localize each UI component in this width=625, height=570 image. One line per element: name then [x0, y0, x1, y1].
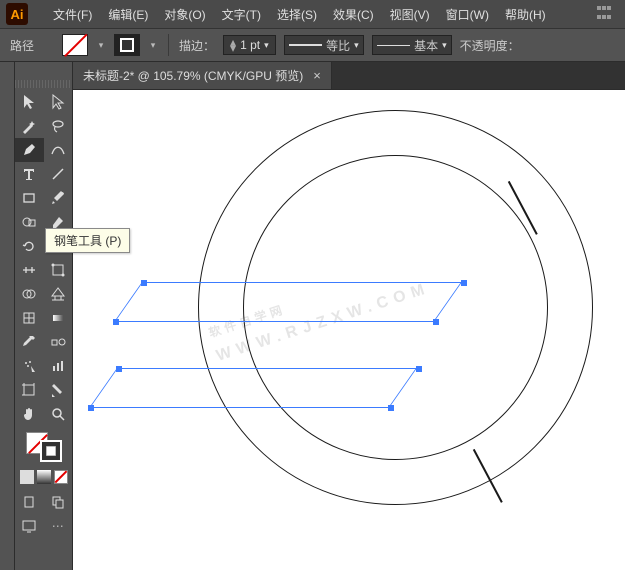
document-tab-bar: 未标题-2* @ 105.79% (CMYK/GPU 预览) ×: [73, 62, 625, 90]
shape-builder-tool[interactable]: [15, 282, 44, 306]
lasso-tool[interactable]: [44, 114, 73, 138]
anchor-point[interactable]: [461, 280, 467, 286]
close-tab-icon[interactable]: ×: [313, 68, 321, 83]
document-tab-title: 未标题-2* @ 105.79% (CMYK/GPU 预览): [83, 67, 303, 84]
control-bar: 路径 ▾ ▾ 描边： ▴▾ 1 pt ▾ 等比 ▾ 基本 ▾ 不透明度：: [0, 28, 625, 62]
column-graph-tool[interactable]: [44, 354, 73, 378]
brush-definition[interactable]: 基本 ▾: [372, 35, 452, 55]
app-icon: Ai: [6, 3, 28, 25]
fill-swatch[interactable]: [62, 34, 88, 56]
toolbar: ⋯: [15, 62, 73, 570]
menu-view[interactable]: 视图(V): [383, 2, 437, 27]
selected-parallelogram-2[interactable]: [89, 368, 417, 408]
stroke-label: 描边：: [179, 37, 215, 54]
rotate-tool[interactable]: [15, 234, 44, 258]
edit-toolbar-icon[interactable]: ⋯: [44, 514, 73, 538]
pen-tool[interactable]: [15, 138, 44, 162]
none-mode-icon[interactable]: [54, 470, 68, 484]
anchor-point[interactable]: [113, 319, 119, 325]
stroke-dropdown-icon[interactable]: ▾: [148, 34, 158, 56]
opacity-label: 不透明度：: [460, 37, 520, 54]
slice-tool[interactable]: [44, 378, 73, 402]
stroke-swatch[interactable]: [114, 34, 140, 56]
anchor-point[interactable]: [88, 405, 94, 411]
menu-help[interactable]: 帮助(H): [498, 2, 553, 27]
fill-stroke-swatch[interactable]: [26, 432, 62, 462]
perspective-grid-tool[interactable]: [44, 282, 73, 306]
menu-window[interactable]: 窗口(W): [439, 2, 496, 27]
eyedropper-tool[interactable]: [15, 330, 44, 354]
curvature-tool[interactable]: [44, 138, 73, 162]
artwork: [73, 90, 625, 570]
workspace-switcher-icon[interactable]: [597, 6, 613, 22]
menu-select[interactable]: 选择(S): [270, 2, 324, 27]
type-tool[interactable]: [15, 162, 44, 186]
pen-tool-tooltip: 钢笔工具 (P): [45, 228, 130, 253]
blend-tool[interactable]: [44, 330, 73, 354]
selection-tool[interactable]: [15, 90, 44, 114]
artboard-tool[interactable]: [15, 378, 44, 402]
selection-type-label: 路径: [10, 37, 34, 54]
panel-dock-left: [0, 62, 15, 570]
gradient-tool[interactable]: [44, 306, 73, 330]
line-segment-tool[interactable]: [44, 162, 73, 186]
menu-file[interactable]: 文件(F): [46, 2, 99, 27]
fill-dropdown-icon[interactable]: ▾: [96, 34, 106, 56]
hand-tool[interactable]: [15, 402, 44, 426]
brush-label: 基本: [414, 37, 438, 54]
color-mode-icon[interactable]: [20, 470, 34, 484]
anchor-point[interactable]: [388, 405, 394, 411]
width-tool[interactable]: [15, 258, 44, 282]
zoom-tool[interactable]: [44, 402, 73, 426]
anchor-point[interactable]: [116, 366, 122, 372]
symbol-sprayer-tool[interactable]: [15, 354, 44, 378]
draw-behind-icon[interactable]: [44, 490, 73, 514]
anchor-point[interactable]: [433, 319, 439, 325]
document-tab[interactable]: 未标题-2* @ 105.79% (CMYK/GPU 预览) ×: [73, 62, 332, 89]
stroke-weight-input[interactable]: ▴▾ 1 pt ▾: [223, 35, 276, 55]
menu-type[interactable]: 文字(T): [215, 2, 268, 27]
rectangle-tool[interactable]: [15, 186, 44, 210]
toolbar-grip[interactable]: [15, 80, 72, 88]
gradient-mode-icon[interactable]: [37, 470, 51, 484]
menu-bar: Ai 文件(F) 编辑(E) 对象(O) 文字(T) 选择(S) 效果(C) 视…: [0, 0, 625, 28]
menu-edit[interactable]: 编辑(E): [101, 2, 155, 27]
profile-label: 等比: [326, 37, 350, 54]
screen-mode-icon[interactable]: [15, 514, 44, 538]
anchor-point[interactable]: [141, 280, 147, 286]
stroke-weight-value: 1 pt: [240, 38, 260, 52]
menu-object[interactable]: 对象(O): [157, 2, 212, 27]
direct-selection-tool[interactable]: [44, 90, 73, 114]
free-transform-tool[interactable]: [44, 258, 73, 282]
anchor-point[interactable]: [416, 366, 422, 372]
menu-effect[interactable]: 效果(C): [326, 2, 381, 27]
canvas[interactable]: 软件自学网 WWW.RJZXW.COM: [73, 90, 625, 570]
draw-normal-icon[interactable]: [15, 490, 44, 514]
paintbrush-tool[interactable]: [44, 186, 73, 210]
shaper-tool[interactable]: [15, 210, 44, 234]
mesh-tool[interactable]: [15, 306, 44, 330]
selected-parallelogram-1[interactable]: [114, 282, 462, 322]
magic-wand-tool[interactable]: [15, 114, 44, 138]
variable-width-profile[interactable]: 等比 ▾: [284, 35, 364, 55]
